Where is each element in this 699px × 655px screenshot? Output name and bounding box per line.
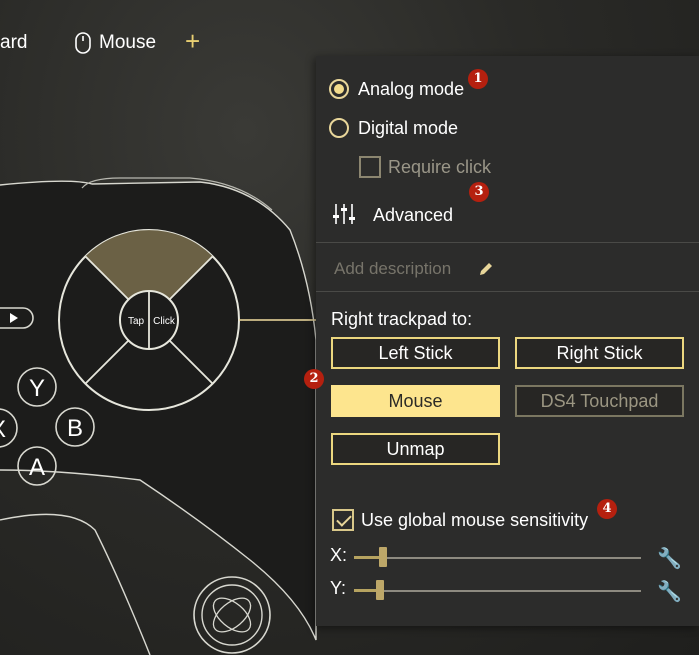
right-trackpad[interactable]: Tap Click (58, 229, 240, 411)
badge-2: 2 (304, 369, 324, 389)
controller-illustration: Tap Click Y X B A (0, 177, 318, 655)
trackpad-settings-panel: Analog mode 1 Digital mode Require click… (304, 56, 699, 626)
x-label: X: (330, 545, 348, 565)
divider-top (316, 242, 699, 243)
advanced-button[interactable]: Advanced (332, 200, 492, 230)
button-a-label: A (29, 454, 45, 481)
x-slider-track (354, 557, 641, 559)
badge-4: 4 (597, 499, 617, 519)
pencil-icon[interactable] (478, 261, 494, 277)
y-slider-track (354, 590, 641, 592)
global-sensitivity-checkbox[interactable] (332, 509, 354, 531)
mouse-button[interactable]: Mouse (331, 385, 500, 417)
right-stick-button[interactable]: Right Stick (515, 337, 684, 369)
button-y-label: Y (29, 375, 45, 402)
description-placeholder: Add description (334, 259, 452, 278)
trackpad-tap-label: Tap (128, 316, 145, 327)
trackpad-heading: Right trackpad to: (331, 309, 473, 329)
x-wrench-icon[interactable]: 🔧 (657, 546, 682, 571)
y-wrench-icon[interactable]: 🔧 (657, 579, 682, 604)
analog-mode-radio[interactable] (329, 79, 349, 99)
advanced-label: Advanced (373, 205, 454, 225)
sliders-icon (333, 204, 355, 224)
analog-mode-label[interactable]: Analog mode (358, 79, 464, 100)
gyro-icon (193, 576, 271, 654)
button-x-label: X (0, 416, 6, 443)
divider-bottom (316, 291, 699, 292)
controller-grip (0, 513, 151, 655)
digital-mode-radio[interactable] (329, 118, 349, 138)
x-slider-thumb[interactable] (379, 547, 387, 567)
left-stick-button[interactable]: Left Stick (331, 337, 500, 369)
ds4-touchpad-button[interactable]: DS4 Touchpad (515, 385, 684, 417)
badge-1: 1 (468, 69, 488, 89)
trackpad-click-label: Click (153, 316, 176, 327)
description-field[interactable]: Add description (334, 259, 534, 281)
unmap-button[interactable]: Unmap (331, 433, 500, 465)
x-sensitivity-slider[interactable] (354, 546, 641, 568)
digital-mode-label[interactable]: Digital mode (358, 118, 458, 139)
require-click-label[interactable]: Require click (388, 157, 491, 178)
require-click-checkbox[interactable] (359, 156, 381, 178)
y-label: Y: (330, 578, 347, 598)
global-sensitivity-label[interactable]: Use global mouse sensitivity (361, 510, 588, 531)
y-slider-thumb[interactable] (376, 580, 384, 600)
badge-3: 3 (469, 182, 489, 202)
y-sensitivity-slider[interactable] (354, 579, 641, 601)
button-b-label: B (67, 415, 83, 442)
